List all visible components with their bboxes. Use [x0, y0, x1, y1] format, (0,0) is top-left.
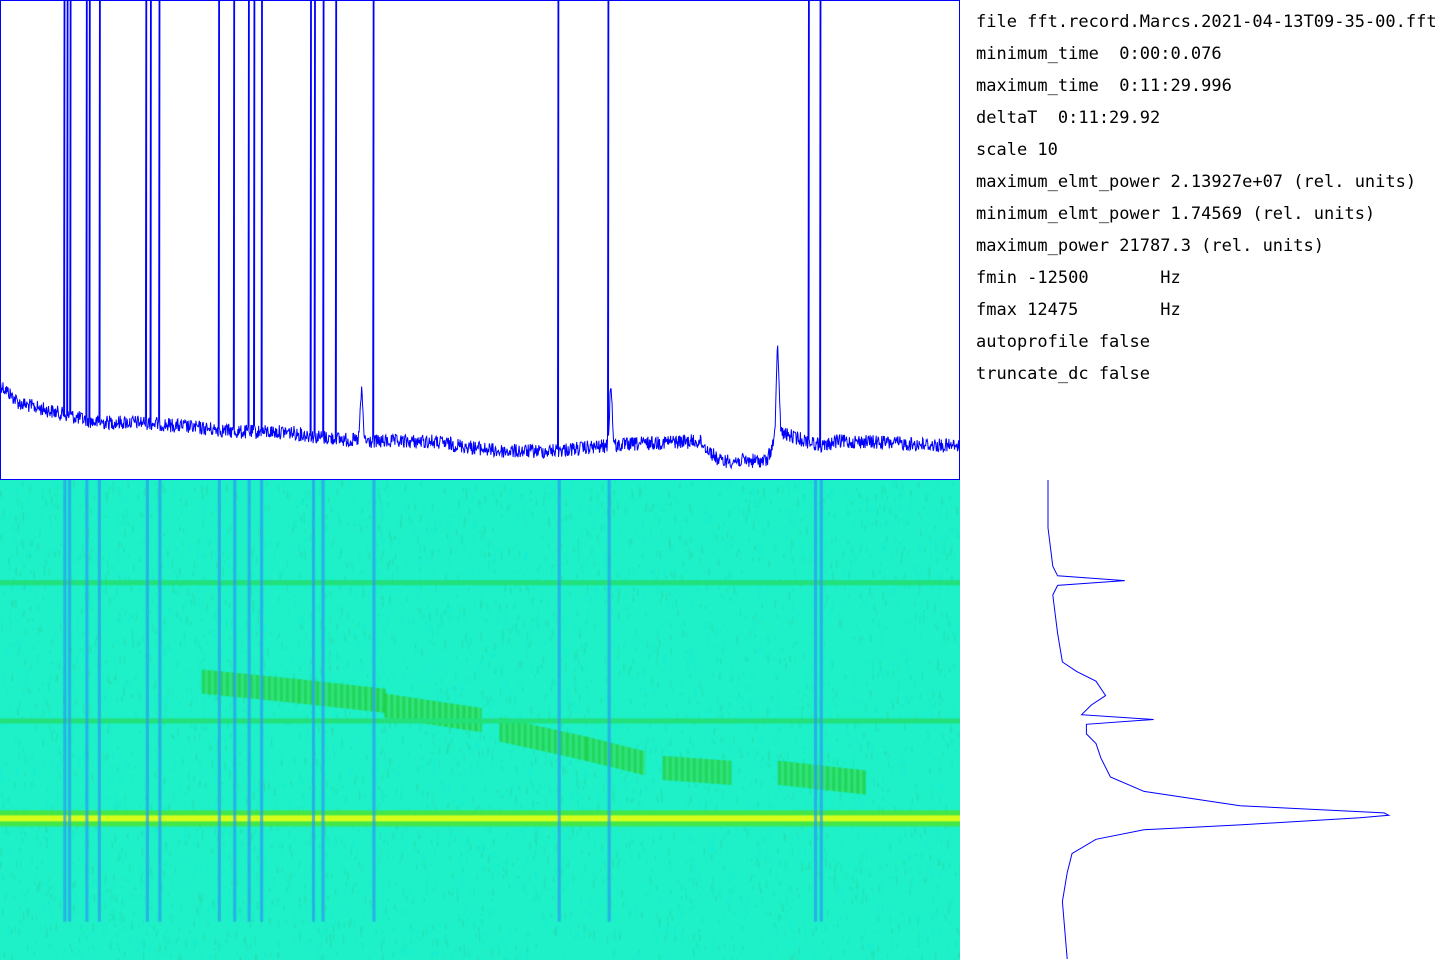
info-minimum-time: minimum_time 0:00:0.076: [976, 44, 1222, 64]
info-scale: scale 10: [976, 140, 1058, 160]
info-fmax: fmax 12475 Hz: [976, 300, 1181, 320]
info-autoprofile: autoprofile false: [976, 332, 1150, 352]
info-maximum-elmt-power: maximum_elmt_power 2.13927e+07 (rel. uni…: [976, 172, 1417, 192]
info-file: file fft.record.Marcs.2021-04-13T09-35-0…: [976, 12, 1440, 32]
info-maximum-power: maximum_power 21787.3 (rel. units): [976, 236, 1324, 256]
waterfall-spectrogram: [0, 480, 960, 960]
frequency-profile-plot: [1047, 480, 1391, 960]
info-truncate-dc: truncate_dc false: [976, 364, 1150, 384]
info-fmin: fmin -12500 Hz: [976, 268, 1181, 288]
info-maximum-time: maximum_time 0:11:29.996: [976, 76, 1232, 96]
time-plot-frame: [0, 0, 960, 480]
info-delta-t: deltaT 0:11:29.92: [976, 108, 1161, 128]
power-time-plot: [0, 0, 960, 480]
recording-info-panel: file fft.record.Marcs.2021-04-13T09-35-0…: [976, 0, 1440, 400]
info-minimum-elmt-power: minimum_elmt_power 1.74569 (rel. units): [976, 204, 1376, 224]
frequency-profile-trace: [1047, 480, 1391, 960]
frequency-profile-marks: [1047, 480, 1391, 960]
